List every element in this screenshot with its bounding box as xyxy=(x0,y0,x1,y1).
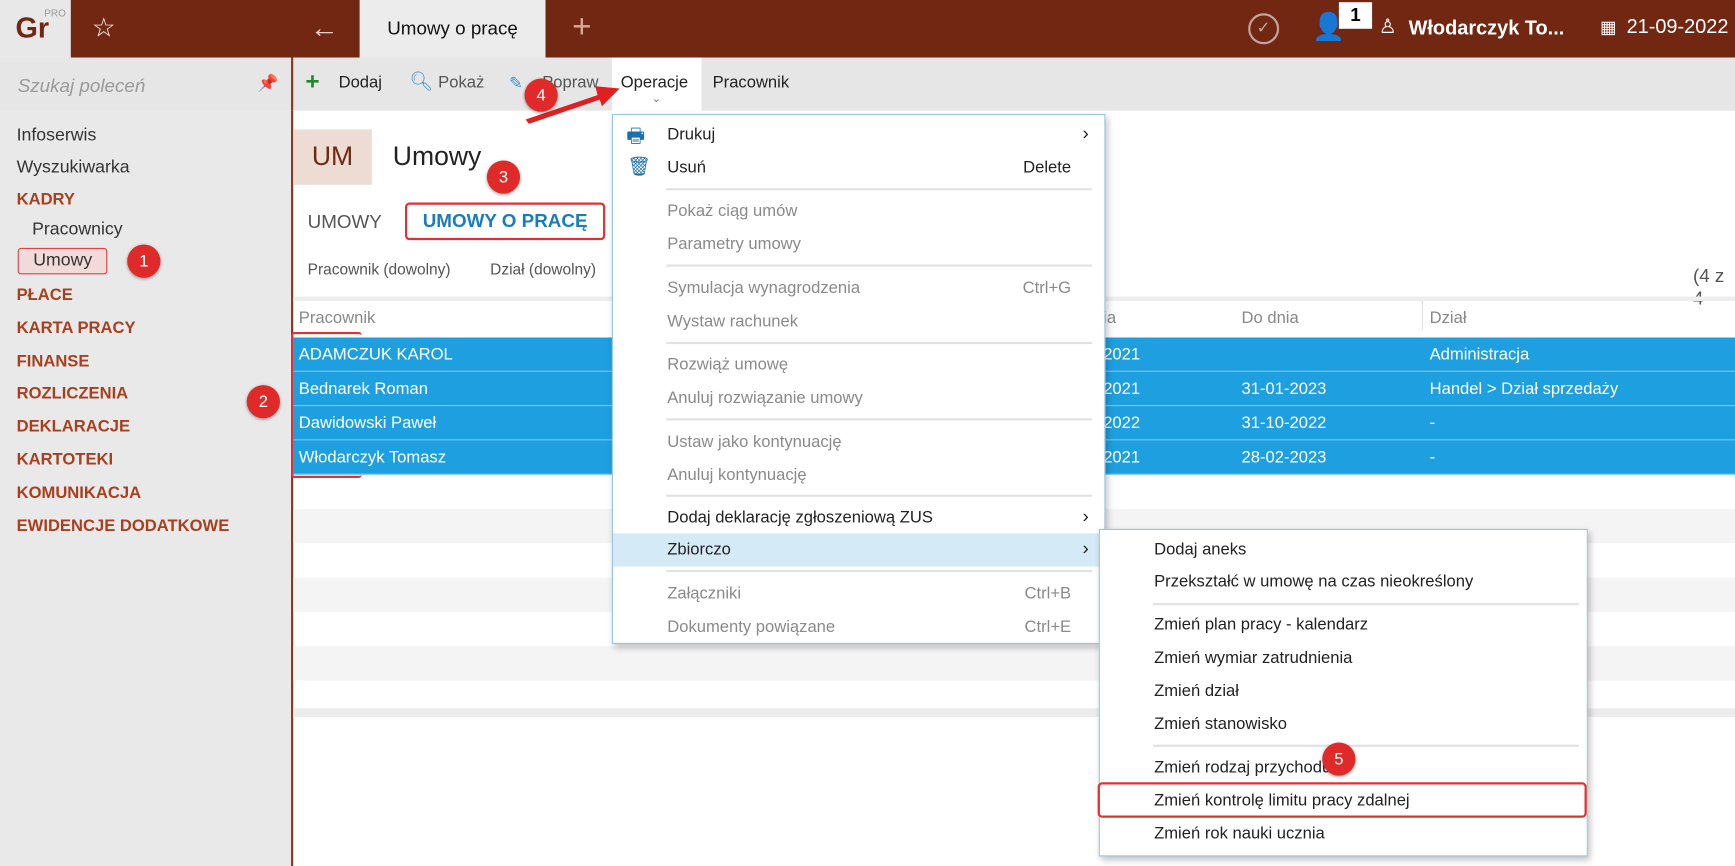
sidebar-item-infoserwis[interactable]: Infoserwis xyxy=(17,126,97,146)
sidebar-item-karta-pracy[interactable]: KARTA PRACY xyxy=(17,319,136,338)
operations-menu: 🖶 Drukuj › 🗑 Usuń Delete Pokaż ciąg umów Par… xyxy=(611,113,1106,644)
current-date[interactable]: 21-09-2022 xyxy=(1627,15,1729,38)
submenu-item[interactable]: Zmień dział xyxy=(1100,675,1587,708)
tab-umowy-o-prace[interactable]: Umowy o pracę xyxy=(359,0,546,58)
submenu-item[interactable]: Dodaj aneks xyxy=(1100,533,1587,566)
module-code: UM xyxy=(293,129,372,185)
sidebar: Infoserwis Wyszukiwarka KADRY Pracownicy… xyxy=(0,110,294,866)
magnifier-icon: 🔍︎ xyxy=(409,70,434,92)
filter-department[interactable]: Dział (dowolny) xyxy=(490,260,596,278)
menu-item-anuluj-rozwiazanie: Anuluj rozwiązanie umowy xyxy=(667,388,863,408)
sidebar-item-place[interactable]: PŁACE xyxy=(17,285,73,304)
menu-item-pokaz-ciag: Pokaż ciąg umów xyxy=(667,201,798,221)
sidebar-item-finanse[interactable]: FINANSE xyxy=(17,352,90,371)
menu-item-parametry: Parametry umowy xyxy=(667,234,801,254)
menu-item-rozwiaz: Rozwiąż umowę xyxy=(667,355,789,375)
menu-item-symulacja: Symulacja wynagrodzenia Ctrl+G xyxy=(667,278,1072,298)
menu-item-deklaracja-zus[interactable]: Dodaj deklarację zgłoszeniową ZUS › xyxy=(613,501,1104,534)
page-title: Umowy xyxy=(392,141,482,172)
sidebar-item-wyszukiwarka[interactable]: Wyszukiwarka xyxy=(17,158,130,178)
annotation-badge: 1 xyxy=(127,244,161,278)
check-icon[interactable]: ✓ xyxy=(1248,13,1280,45)
notification-badge: 1 xyxy=(1338,2,1373,29)
add-tab-icon[interactable]: + xyxy=(572,9,591,47)
submenu-item[interactable]: Przekształć w umowę na czas nieokreślony xyxy=(1100,565,1587,598)
user-name[interactable]: Włodarczyk To... xyxy=(1409,17,1565,40)
menu-item-usun[interactable]: 🗑 Usuń Delete xyxy=(613,152,1104,185)
annotation-badge: 4 xyxy=(524,78,558,112)
annotation-badge: 3 xyxy=(486,160,521,194)
plus-icon: + xyxy=(305,67,320,96)
sidebar-item-kadry[interactable]: KADRY xyxy=(17,190,75,209)
menu-item-kontynuacja: Ustaw jako kontynuację xyxy=(667,432,842,452)
add-button[interactable]: Dodaj xyxy=(339,73,382,92)
annotation-badge: 2 xyxy=(246,385,280,419)
tab-umowy[interactable]: UMOWY xyxy=(308,211,382,233)
col-header-dzial[interactable]: Dział xyxy=(1430,309,1467,328)
col-header-pracownik[interactable]: Pracownik xyxy=(299,309,376,328)
submenu-item[interactable]: Zmień stanowisko xyxy=(1100,708,1587,741)
sidebar-item-komunikacja[interactable]: KOMUNIKACJA xyxy=(17,484,141,503)
app-logo[interactable]: Gr PRO xyxy=(0,0,71,58)
filter-employee[interactable]: Pracownik (dowolny) xyxy=(308,260,451,278)
submenu-item[interactable]: Zmień plan pracy - kalendarz xyxy=(1100,609,1587,642)
highlight-box xyxy=(1097,782,1587,818)
employee-button[interactable]: Pracownik xyxy=(713,73,790,92)
user-icon: ♙ xyxy=(1378,15,1397,38)
search-input[interactable]: Szukaj poleceń xyxy=(18,75,146,97)
sidebar-item-pracownicy[interactable]: Pracownicy xyxy=(32,220,123,240)
menu-item-anuluj-kontynuacje: Anuluj kontynuację xyxy=(667,465,807,485)
sidebar-item-kartoteki[interactable]: KARTOTEKI xyxy=(17,450,114,469)
submenu-item[interactable]: Zmień rok nauki ucznia xyxy=(1100,818,1587,851)
sidebar-item-deklaracje[interactable]: DEKLARACJE xyxy=(17,417,130,436)
annotation-badge: 5 xyxy=(1322,742,1356,776)
menu-item-drukuj[interactable]: 🖶 Drukuj › xyxy=(613,118,1104,151)
menu-item-zalaczniki: Załączniki Ctrl+B xyxy=(667,584,1072,604)
menu-item-rachunek: Wystaw rachunek xyxy=(667,312,799,331)
sidebar-item-ewidencje[interactable]: EWIDENCJE DODATKOWE xyxy=(17,517,230,536)
menu-item-dokumenty: Dokumenty powiązane Ctrl+E xyxy=(667,617,1072,637)
col-header-do-dnia[interactable]: Do dnia xyxy=(1242,309,1299,328)
sidebar-item-rozliczenia[interactable]: ROZLICZENIA xyxy=(17,384,129,403)
command-search[interactable]: Szukaj poleceń 📌 xyxy=(0,57,294,111)
submenu-item[interactable]: Zmień wymiar zatrudnienia xyxy=(1100,642,1587,675)
pin-icon[interactable]: 📌 xyxy=(258,73,279,93)
sidebar-item-umowy[interactable]: Umowy xyxy=(17,247,108,275)
record-count: (4 z 4 xyxy=(1692,265,1725,309)
menu-item-zbiorczo[interactable]: Zbiorczo › xyxy=(613,533,1105,567)
tab-umowy-o-prace-list[interactable]: UMOWY O PRACĘ xyxy=(404,202,606,241)
selection-highlight xyxy=(291,331,362,479)
star-icon[interactable]: ☆ xyxy=(92,12,116,44)
chevron-down-icon: ⌄ xyxy=(651,92,662,106)
calendar-icon[interactable]: ▦ xyxy=(1600,17,1617,39)
trash-icon: 🗑 xyxy=(627,156,652,178)
show-button[interactable]: Pokaż xyxy=(438,73,484,92)
back-arrow-icon[interactable]: ← xyxy=(310,11,339,45)
